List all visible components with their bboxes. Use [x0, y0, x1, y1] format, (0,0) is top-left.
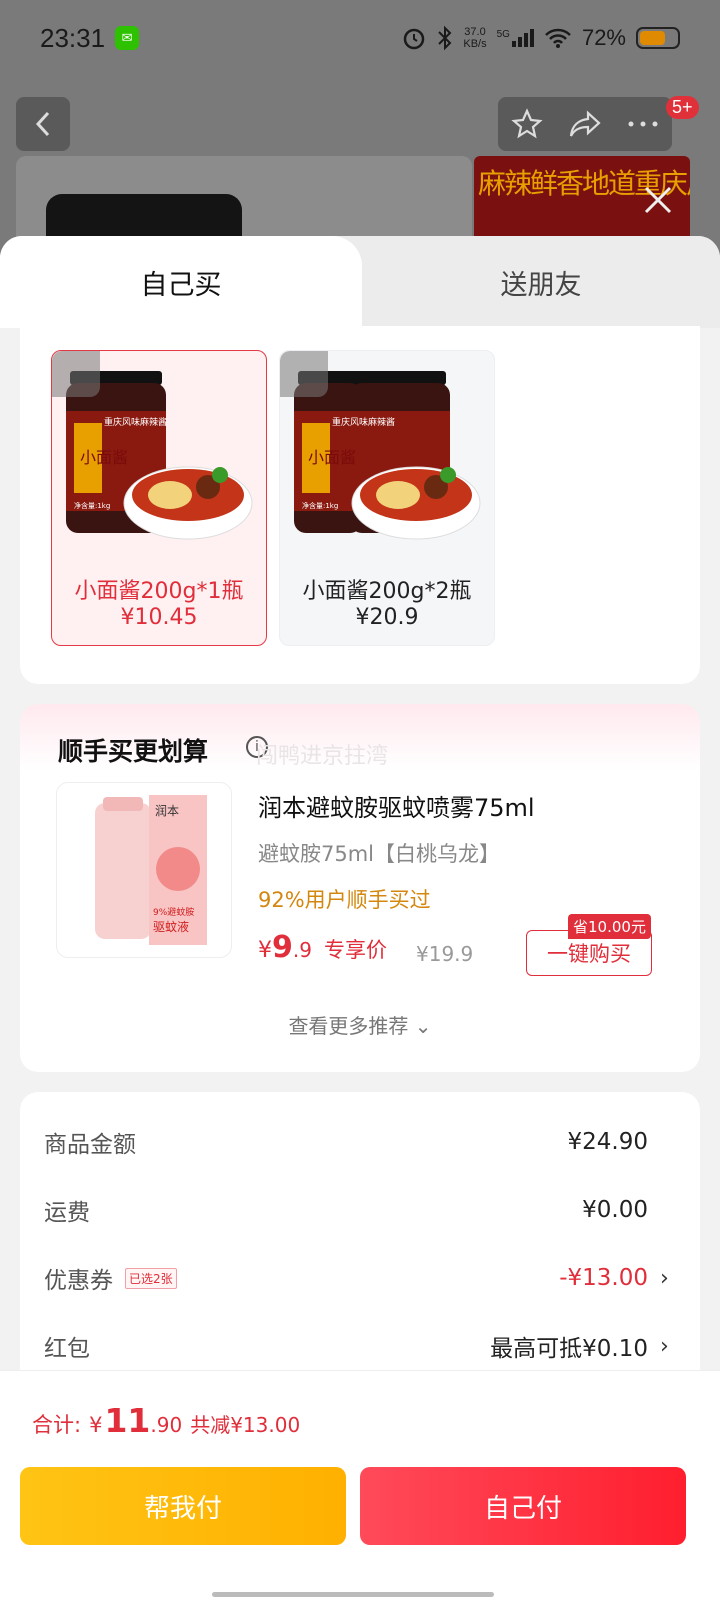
total-symbol: ¥ — [89, 1413, 103, 1437]
watermark: 闯鸭进京拄湾 — [256, 744, 389, 769]
summary-value: 最高可抵¥0.10 — [490, 1336, 648, 1362]
total-integer: 11 — [104, 1401, 151, 1440]
net-speed-value: 37.0 — [464, 26, 486, 38]
share-icon[interactable] — [568, 109, 602, 139]
summary-value: ¥24.90 — [567, 1129, 648, 1155]
signal-icon: 5G — [497, 29, 534, 47]
net-speed: 37.0 KB/s — [463, 26, 486, 50]
addon-recommendation: 顺手买更划算 i 闯鸭进京拄湾 润本 9%避蚊胺 驱蚊液 润本避蚊胺驱蚊喷雾75… — [20, 704, 700, 1072]
close-icon — [644, 186, 672, 214]
message-badge: 5+ — [666, 96, 699, 119]
wechat-icon: ✉ — [115, 26, 140, 50]
total-decimal: .90 — [150, 1413, 183, 1437]
more-recommendations-link[interactable]: 查看更多推荐 ⌄ — [20, 1010, 700, 1039]
help-me-pay-button[interactable]: 帮我付 — [20, 1467, 346, 1545]
back-button[interactable] — [16, 97, 70, 151]
close-button[interactable] — [636, 178, 680, 222]
addon-product-illustration: 润本 9%避蚊胺 驱蚊液 — [95, 795, 207, 945]
addon-img-text2: 驱蚊液 — [153, 919, 189, 934]
net-speed-unit: KB/s — [463, 38, 487, 50]
summary-row-shipping: 运费 ¥0.00 — [44, 1190, 672, 1230]
summary-row-goods-amount: 商品金额 ¥24.90 — [44, 1122, 672, 1162]
summary-label: 红包 — [44, 1336, 90, 1362]
signal-type: 5G — [496, 29, 510, 40]
payment-bar: 合计: ¥ 11 .90 共减¥13.00 帮我付 自己付 — [0, 1370, 720, 1600]
spec-name: 小面酱200g*2瓶 — [302, 579, 472, 604]
spec-option-2[interactable]: 小面酱 重庆风味麻辣酱 净含量:1kg 小面酱200g*2瓶 ¥20.9 — [279, 350, 495, 646]
more-icon[interactable] — [627, 119, 659, 129]
summary-row-red-packet[interactable]: 红包 最高可抵¥0.10 › — [44, 1326, 672, 1366]
addon-original-price: ¥19.9 — [416, 942, 474, 966]
spec-price: ¥20.9 — [355, 605, 419, 630]
spec-option-1[interactable]: 小面酱 重庆风味麻辣酱 净含量:1kg 小面酱200g*1瓶 ¥10.45 — [51, 350, 267, 646]
jar-label: 小面酱 — [308, 448, 356, 467]
tab-bar: 自己买 送朋友 — [0, 236, 720, 328]
home-indicator[interactable] — [212, 1592, 494, 1597]
chevron-right-icon: › — [660, 1333, 669, 1359]
purchase-sheet: 自己买 送朋友 小面酱 重庆风味麻辣酱 净含量:1kg 小面酱200g*1瓶 ¥… — [0, 236, 720, 1600]
bluetooth-icon — [438, 25, 452, 51]
jar-banner: 重庆风味麻辣酱 — [332, 416, 395, 428]
addon-price: ¥ 9 .9 专享价 — [258, 930, 387, 965]
background-jar-lid — [46, 194, 242, 240]
price-symbol: ¥ — [258, 938, 272, 963]
price-decimal: .9 — [292, 938, 312, 962]
alarm-icon — [404, 28, 425, 50]
spec-name: 小面酱200g*1瓶 — [74, 579, 244, 604]
addon-product-name[interactable]: 润本避蚊胺驱蚊喷雾75ml — [258, 788, 535, 823]
total-reduction: 共减¥13.00 — [190, 1413, 301, 1437]
spec-price: ¥10.45 — [120, 605, 198, 630]
wifi-icon — [545, 28, 571, 48]
total-label: 合计: — [32, 1413, 82, 1437]
battery-percent: 72% — [581, 25, 626, 50]
corner-tag — [280, 351, 328, 397]
status-time: 23:31 — [40, 22, 106, 53]
tab-buy-self[interactable]: 自己买 — [0, 236, 362, 328]
summary-row-coupon[interactable]: 优惠券 已选2张 -¥13.00 › — [44, 1258, 672, 1298]
summary-value: ¥0.00 — [582, 1197, 648, 1223]
back-icon — [35, 111, 50, 137]
top-action-group — [498, 97, 672, 151]
tab-send-friend[interactable]: 送朋友 — [362, 236, 720, 328]
status-bar: 23:31 ✉ 37.0 KB/s 5G 72% — [0, 0, 720, 76]
price-summary: 商品金额 ¥24.90 运费 ¥0.00 优惠券 已选2张 -¥13.00 › … — [20, 1092, 700, 1392]
price-tag: 专享价 — [323, 938, 387, 962]
jar-weight: 净含量:1kg — [302, 501, 338, 510]
more-recommendations-label: 查看更多推荐 — [288, 1014, 409, 1038]
chevron-right-icon: › — [660, 1265, 669, 1291]
total-amount: 合计: ¥ 11 .90 共减¥13.00 — [32, 1401, 300, 1440]
spec-selector: 小面酱 重庆风味麻辣酱 净含量:1kg 小面酱200g*1瓶 ¥10.45 小面… — [20, 326, 700, 684]
status-icons: 37.0 KB/s 5G 72% — [401, 25, 680, 51]
addon-title: 顺手买更划算 — [58, 737, 209, 766]
spec-label: 小面酱200g*1瓶 ¥10.45 — [52, 579, 266, 631]
jar-label: 小面酱 — [80, 448, 128, 467]
background-page: 23:31 ✉ 37.0 KB/s 5G 72% 5+ 麻辣鲜香地道重庆 — [0, 0, 720, 266]
summary-label: 商品金额 — [44, 1132, 136, 1158]
summary-label: 优惠券 — [44, 1268, 113, 1294]
jar-banner: 重庆风味麻辣酱 — [104, 416, 167, 428]
summary-label: 运费 — [44, 1200, 90, 1226]
addon-product-image[interactable]: 润本 9%避蚊胺 驱蚊液 — [56, 782, 232, 958]
addon-product-spec: 避蚊胺75ml【白桃乌龙】 — [258, 842, 501, 866]
addon-img-text1: 9%避蚊胺 — [153, 906, 194, 918]
pay-myself-button[interactable]: 自己付 — [360, 1467, 686, 1545]
summary-value: -¥13.00 — [559, 1265, 648, 1291]
chevron-down-icon: ⌄ — [414, 1014, 432, 1038]
corner-tag — [52, 351, 100, 397]
battery-icon — [636, 27, 680, 49]
addon-img-brand: 润本 — [155, 804, 179, 818]
jar-weight: 净含量:1kg — [74, 501, 110, 510]
spec-label: 小面酱200g*2瓶 ¥20.9 — [280, 579, 494, 631]
star-icon[interactable] — [511, 108, 543, 140]
price-integer: 9 — [272, 930, 293, 965]
addon-purchase-stat: 92%用户顺手买过 — [258, 888, 431, 912]
save-badge: 省10.00元 — [568, 914, 651, 939]
coupon-count-tag: 已选2张 — [125, 1267, 177, 1289]
